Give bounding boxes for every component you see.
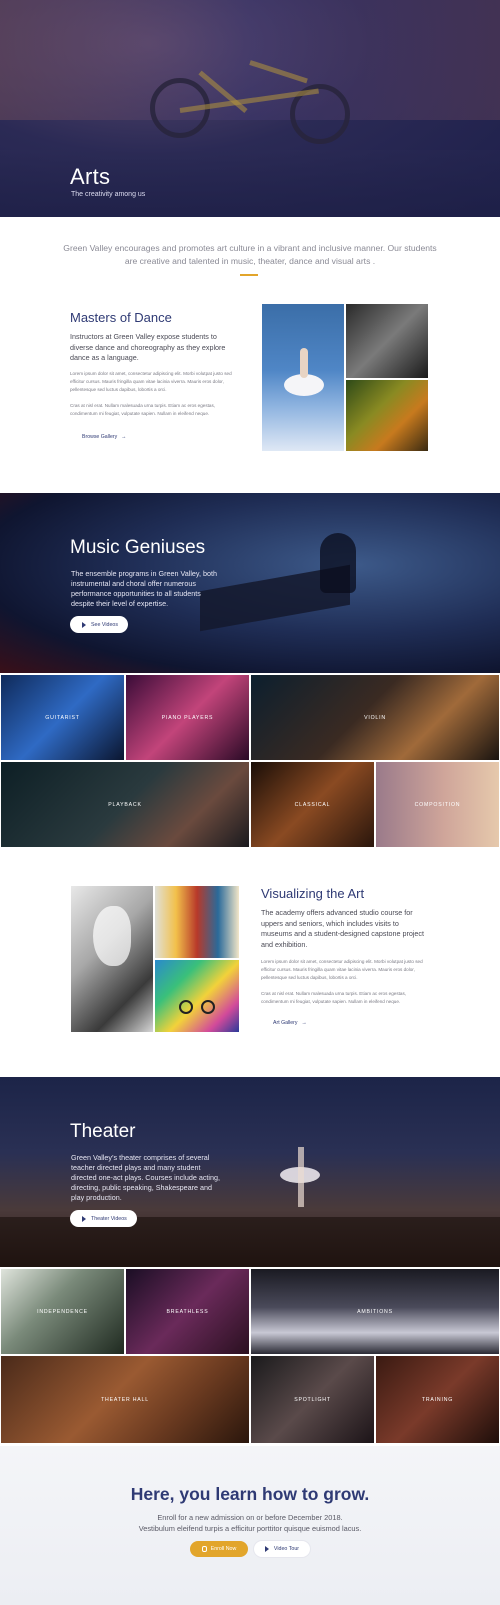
- tile-label: THEATER HALL: [101, 1396, 149, 1403]
- cta-text: Enroll for a new admission on or before …: [0, 1512, 500, 1534]
- dancer-figure: [298, 1147, 304, 1207]
- tile-violin[interactable]: VIOLIN: [251, 675, 499, 760]
- intro-divider: [240, 274, 258, 276]
- ballet-photo[interactable]: [262, 304, 344, 451]
- play-icon: [82, 621, 86, 628]
- tile-theater-hall[interactable]: THEATER HALL: [1, 1356, 249, 1443]
- art-gallery-link[interactable]: Art Gallery →: [273, 1020, 307, 1026]
- hero-banner: Arts The creativity among us: [0, 0, 500, 217]
- tile-training[interactable]: TRAINING: [376, 1356, 499, 1443]
- browse-gallery-link[interactable]: Browse Gallery →: [82, 434, 126, 440]
- tile-label: INDEPENDENCE: [37, 1308, 88, 1315]
- tile-spotlight[interactable]: SPOTLIGHT: [251, 1356, 374, 1443]
- theater-videos-label: Theater Videos: [91, 1215, 127, 1222]
- dance-body-1: Lorem ipsum dolor sit amet, consectetur …: [70, 371, 232, 392]
- bike-wheel-icon: [179, 1000, 193, 1014]
- theater-videos-button[interactable]: Theater Videos: [70, 1210, 137, 1227]
- tile-label: TRAINING: [421, 1396, 454, 1403]
- bike-wheel-icon: [201, 1000, 215, 1014]
- arrow-right-icon: →: [121, 434, 127, 440]
- video-tour-button[interactable]: Video Tour: [254, 1541, 310, 1557]
- visual-title: Visualizing the Art: [261, 886, 365, 901]
- tile-ambitions[interactable]: AMBITIONS: [251, 1269, 499, 1354]
- tile-independence[interactable]: INDEPENDENCE: [1, 1269, 124, 1354]
- folk-dance-photo[interactable]: [346, 380, 428, 451]
- play-icon: [82, 1215, 86, 1222]
- tile-label: PIANO PLAYERS: [161, 714, 214, 721]
- visual-lead: The academy offers advanced studio cours…: [261, 908, 425, 949]
- visual-body-1: Lorem ipsum dolor sit amet, consectetur …: [261, 959, 423, 980]
- page-subtitle: The creativity among us: [71, 191, 146, 198]
- musician-silhouette: [320, 533, 356, 593]
- dancer-figure: [300, 348, 308, 378]
- tile-label: AMBITIONS: [357, 1308, 393, 1315]
- tile-label: GUITARIST: [45, 714, 80, 721]
- theater-title: Theater: [70, 1121, 136, 1142]
- tile-composition[interactable]: COMPOSITION: [376, 762, 499, 847]
- video-tour-label: Video Tour: [273, 1546, 300, 1552]
- music-text: The ensemble programs in Green Valley, b…: [71, 569, 217, 608]
- tile-label: CLASSICAL: [294, 801, 331, 808]
- cta-line-1: Enroll for a new admission on or before …: [157, 1513, 343, 1522]
- enroll-now-label: Enroll Now: [210, 1546, 237, 1552]
- tile-label: COMPOSITION: [414, 801, 461, 808]
- see-videos-label: See Videos: [91, 621, 118, 628]
- dance-troupe-photo[interactable]: [346, 304, 428, 378]
- hand-icon: [201, 1546, 207, 1552]
- dance-body-2: Cras at nisl erat. Nullam malesuada urna…: [70, 403, 216, 416]
- cta-line-2: Vestibulum eleifend turpis a efficitur p…: [138, 1524, 362, 1533]
- tile-classical[interactable]: CLASSICAL: [251, 762, 374, 847]
- browse-gallery-label: Browse Gallery: [82, 434, 118, 440]
- enroll-now-button[interactable]: Enroll Now: [190, 1541, 248, 1557]
- intro-text: Green Valley encourages and promotes art…: [63, 243, 437, 266]
- tile-breathless[interactable]: BREATHLESS: [126, 1269, 249, 1354]
- dance-title: Masters of Dance: [70, 310, 172, 325]
- music-banner: Music Geniuses The ensemble programs in …: [0, 493, 500, 673]
- cta-title: Here, you learn how to grow.: [130, 1484, 370, 1504]
- arrow-right-icon: →: [301, 1020, 307, 1026]
- face-sculpture-photo[interactable]: [71, 886, 153, 1032]
- page-title: Arts: [70, 164, 111, 189]
- dance-lead: Instructors at Green Valley expose stude…: [70, 332, 226, 362]
- visual-body-2: Cras at nisl erat. Nullam malesuada urna…: [261, 991, 407, 1004]
- tile-playback[interactable]: PLAYBACK: [1, 762, 249, 847]
- theater-text: Green Valley’s theater comprises of seve…: [71, 1153, 221, 1202]
- music-title: Music Geniuses: [70, 537, 206, 558]
- face-shape: [93, 906, 131, 966]
- tile-label: PLAYBACK: [108, 801, 142, 808]
- tile-label: SPOTLIGHT: [294, 1396, 331, 1403]
- play-icon: [264, 1546, 269, 1552]
- tile-label: VIOLIN: [364, 714, 386, 721]
- mural-painting-photo[interactable]: [155, 960, 239, 1032]
- tile-guitarist[interactable]: GUITARIST: [1, 675, 124, 760]
- see-videos-button[interactable]: See Videos: [70, 616, 128, 633]
- abstract-painting-photo[interactable]: [155, 886, 239, 958]
- art-gallery-label: Art Gallery: [273, 1020, 298, 1026]
- tile-piano-players[interactable]: PIANO PLAYERS: [126, 675, 249, 760]
- theater-banner: Theater Green Valley’s theater comprises…: [0, 1077, 500, 1267]
- tile-label: BREATHLESS: [166, 1308, 209, 1315]
